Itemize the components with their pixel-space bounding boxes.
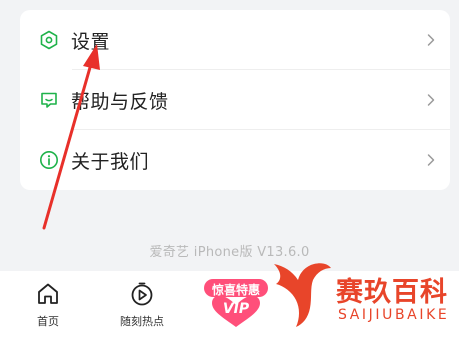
- chevron-right-icon: [427, 94, 435, 106]
- promo-label: 惊喜特惠: [211, 283, 260, 297]
- watermark-english-text: SAIJIUBAIKE: [338, 307, 450, 323]
- feedback-chat-icon: [38, 89, 60, 111]
- tab-home-label: 首页: [37, 315, 59, 328]
- menu-item-about-us[interactable]: 关于我们: [20, 130, 450, 190]
- watermark-chinese-text: 赛玖百科: [336, 277, 448, 308]
- menu-item-settings-label: 设置: [71, 30, 111, 53]
- info-icon: [38, 149, 60, 171]
- tab-trending[interactable]: 随刻热点: [110, 271, 174, 340]
- play-circle-icon: [131, 282, 153, 306]
- whale-tail-watermark-logo: [274, 263, 331, 327]
- app-version-text: 爱奇艺 iPhone版 V13.6.0: [149, 245, 310, 260]
- vip-promo-badge[interactable]: 惊喜特惠 VIP: [204, 279, 268, 329]
- tab-home[interactable]: 首页: [30, 271, 66, 340]
- tab-trending-label: 随刻热点: [120, 315, 164, 328]
- menu-item-help-feedback[interactable]: 帮助与反馈: [20, 70, 450, 130]
- settings-menu-card: 设置 帮助与反馈 关于我们: [20, 10, 450, 190]
- menu-item-help-feedback-label: 帮助与反馈: [71, 90, 169, 113]
- chevron-right-icon: [427, 154, 435, 166]
- home-icon: [38, 283, 58, 304]
- menu-item-settings[interactable]: 设置: [20, 10, 450, 70]
- chevron-right-icon: [427, 34, 435, 46]
- menu-item-about-us-label: 关于我们: [71, 150, 150, 173]
- vip-label: VIP: [222, 301, 250, 317]
- settings-hexagon-icon: [38, 29, 60, 51]
